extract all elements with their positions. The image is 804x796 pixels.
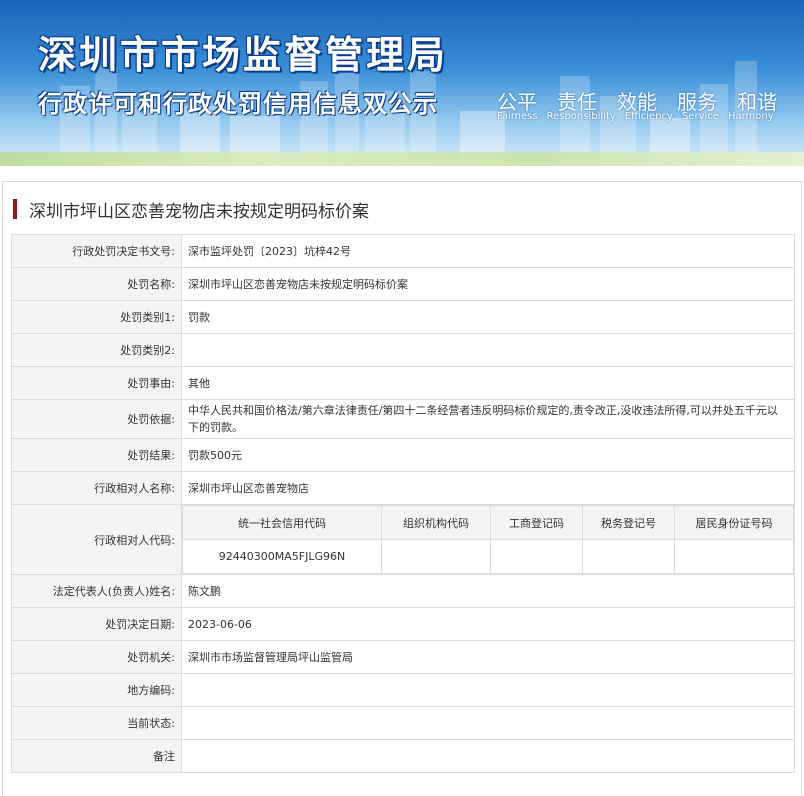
table-row: 处罚类别1: 罚款 (11, 300, 795, 334)
table-row: 处罚事由: 其他 (11, 366, 795, 400)
col-header: 组织机构代码 (381, 505, 491, 540)
business-reg-value (490, 539, 583, 574)
table-row: 备注 (11, 739, 795, 773)
case-detail-panel: 深圳市坪山区恋善宠物店未按规定明码标价案 行政处罚决定书文号: 深市监坪处罚〔2… (2, 181, 802, 796)
row-value (181, 673, 795, 707)
col-header: 税务登记号 (582, 505, 675, 540)
case-info-table: 行政处罚决定书文号: 深市监坪处罚〔2023〕坑梓42号 处罚名称: 深圳市坪山… (11, 234, 795, 773)
table-row: 处罚依据: 中华人民共和国价格法/第六章法律责任/第四十二条经营者违反明码标价规… (11, 399, 795, 439)
agency-title: 深圳市市场监督管理局 (38, 33, 449, 77)
row-label: 处罚类别1: (11, 300, 182, 334)
col-header: 统一社会信用代码 (182, 505, 382, 540)
slogan-en-item: Efficiency (624, 111, 673, 122)
table-row: 地方编码: (11, 673, 795, 707)
table-row: 行政相对人名称: 深圳市坪山区恋善宠物店 (11, 471, 795, 505)
col-header: 工商登记码 (490, 505, 583, 540)
id-codes-header: 统一社会信用代码 组织机构代码 工商登记码 税务登记号 居民身份证号码 (182, 505, 794, 540)
tax-reg-value (582, 539, 675, 574)
row-value: 罚款 (181, 300, 795, 334)
row-label: 处罚事由: (11, 366, 182, 400)
table-row-code: 行政相对人代码: 统一社会信用代码 组织机构代码 工商登记码 税务登记号 居民身… (11, 504, 795, 575)
row-label: 处罚机关: (11, 640, 182, 674)
table-row: 法定代表人(负责人)姓名: 陈文鹏 (11, 574, 795, 608)
table-row: 处罚类别2: (11, 333, 795, 367)
table-row: 处罚机关: 深圳市市场监督管理局坪山监管局 (11, 640, 795, 674)
row-label: 地方编码: (11, 673, 182, 707)
page-banner: 深圳市市场监督管理局 行政许可和行政处罚信用信息双公示 公平 责任 效能 服务 和谐 F… (0, 0, 804, 166)
id-codes-table: 统一社会信用代码 组织机构代码 工商登记码 税务登记号 居民身份证号码 9244… (182, 505, 794, 574)
slogan-en-item: Service (681, 111, 719, 122)
row-label: 备注 (11, 739, 182, 773)
row-label: 行政相对人代码: (11, 504, 182, 575)
banner-green-strip (0, 152, 804, 166)
row-value: 罚款500元 (181, 438, 795, 472)
table-row: 处罚结果: 罚款500元 (11, 438, 795, 472)
table-row: 处罚决定日期: 2023-06-06 (11, 607, 795, 641)
row-label: 处罚决定日期: (11, 607, 182, 641)
row-label: 行政相对人名称: (11, 471, 182, 505)
row-label: 当前状态: (11, 706, 182, 740)
row-value: 深圳市坪山区恋善宠物店 (181, 471, 795, 505)
slogan-en-item: Fairness (497, 111, 538, 122)
row-label: 处罚类别2: (11, 333, 182, 367)
title-accent-bar (13, 199, 17, 219)
table-row: 当前状态: (11, 706, 795, 740)
row-value: 2023-06-06 (181, 607, 795, 641)
row-value: 深市监坪处罚〔2023〕坑梓42号 (181, 234, 795, 268)
row-label: 处罚结果: (11, 438, 182, 472)
row-value: 中华人民共和国价格法/第六章法律责任/第四十二条经营者违反明码标价规定的,责令改… (181, 399, 795, 439)
row-label: 法定代表人(负责人)姓名: (11, 574, 182, 608)
id-card-value (674, 539, 794, 574)
slogan-en-item: Harmony (727, 111, 774, 122)
row-label: 行政处罚决定书文号: (11, 234, 182, 268)
case-title: 深圳市坪山区恋善宠物店未按规定明码标价案 (13, 198, 369, 222)
org-code-value (381, 539, 491, 574)
table-row: 行政处罚决定书文号: 深市监坪处罚〔2023〕坑梓42号 (11, 234, 795, 268)
site-subtitle: 行政许可和行政处罚信用信息双公示 (38, 90, 438, 118)
case-title-text: 深圳市坪山区恋善宠物店未按规定明码标价案 (29, 201, 369, 222)
row-label: 处罚名称: (11, 267, 182, 301)
row-value (181, 333, 795, 367)
col-header: 居民身份证号码 (674, 505, 794, 540)
row-value: 其他 (181, 366, 795, 400)
row-value: 陈文鹏 (181, 574, 795, 608)
row-value (181, 706, 795, 740)
credit-code-value: 92440300MA5FJLG96N (182, 539, 382, 574)
row-label: 处罚依据: (11, 399, 182, 439)
id-codes-values: 92440300MA5FJLG96N (182, 539, 794, 574)
slogan-english: Fairness Responsibility Efficiency Service H… (497, 111, 783, 122)
row-value: 深圳市坪山区恋善宠物店未按规定明码标价案 (181, 267, 795, 301)
row-value: 深圳市市场监督管理局坪山监管局 (181, 640, 795, 674)
table-row: 处罚名称: 深圳市坪山区恋善宠物店未按规定明码标价案 (11, 267, 795, 301)
slogan-en-item: Responsibility (546, 111, 616, 122)
row-value (181, 739, 795, 773)
